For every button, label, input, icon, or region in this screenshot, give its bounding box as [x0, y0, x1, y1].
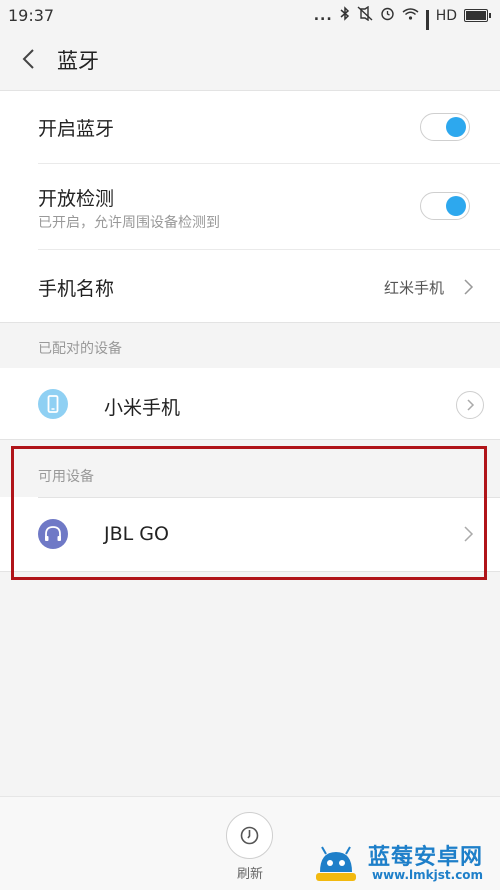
bluetooth-settings-group: 开启蓝牙 开放检测 已开启，允许周围设备检测到 手机名称 红米手机: [0, 91, 500, 322]
title-bar: 蓝牙: [0, 30, 500, 90]
back-button[interactable]: [18, 44, 42, 74]
watermark: 蓝莓安卓网 www.lmkjst.com: [312, 840, 497, 885]
group-divider: [0, 322, 500, 323]
device-details-button[interactable]: [456, 391, 484, 419]
headphones-icon: [38, 519, 68, 549]
bluetooth-on-row[interactable]: 开启蓝牙: [0, 91, 500, 163]
watermark-url: www.lmkjst.com: [372, 868, 484, 882]
status-icons: ... HD: [313, 5, 491, 40]
status-bar: 19:37 ... HD: [0, 0, 500, 40]
more-dots-icon: ...: [313, 7, 333, 24]
android-logo-icon: [316, 846, 356, 881]
available-section-header: 可用设备: [38, 469, 94, 485]
wifi-icon: [402, 7, 419, 24]
device-name-value: 红米手机: [383, 279, 444, 297]
toggle-knob: [446, 117, 466, 137]
discoverable-label: 开放检测: [38, 188, 115, 210]
discoverable-toggle[interactable]: [420, 192, 470, 220]
bluetooth-icon: [340, 6, 350, 25]
refresh-icon: [240, 826, 259, 845]
device-name-row[interactable]: 手机名称 红米手机: [0, 250, 500, 322]
chevron-right-icon: [467, 399, 475, 411]
refresh-button[interactable]: [226, 812, 273, 859]
phone-icon: [38, 389, 68, 419]
chevron-right-icon: [464, 279, 474, 295]
alarm-icon: [380, 6, 395, 25]
mute-icon: [357, 5, 373, 25]
watermark-title: 蓝莓安卓网: [368, 845, 484, 870]
paired-device-row[interactable]: 小米手机: [0, 368, 500, 439]
signal-icon: [425, 9, 429, 40]
available-device-row[interactable]: JBL GO: [0, 497, 500, 571]
chevron-right-icon: [464, 526, 474, 542]
battery-icon: [464, 9, 491, 22]
paired-section-header: 已配对的设备: [38, 341, 122, 357]
row-divider: [38, 497, 500, 498]
bluetooth-on-label: 开启蓝牙: [38, 118, 115, 140]
discoverable-row[interactable]: 开放检测 已开启，允许周围设备检测到: [0, 164, 500, 249]
bluetooth-on-toggle[interactable]: [420, 113, 470, 141]
group-divider: [0, 439, 500, 440]
status-time: 19:37: [8, 6, 55, 25]
network-type: HD: [435, 7, 457, 24]
device-name-label: 手机名称: [38, 278, 115, 300]
back-arrow-icon: [22, 49, 34, 69]
available-device-name: JBL GO: [104, 523, 169, 545]
toggle-knob: [446, 196, 466, 216]
group-divider: [0, 571, 500, 572]
discoverable-sub: 已开启，允许周围设备检测到: [38, 215, 220, 231]
paired-device-name: 小米手机: [104, 397, 181, 419]
page-title: 蓝牙: [57, 49, 99, 73]
